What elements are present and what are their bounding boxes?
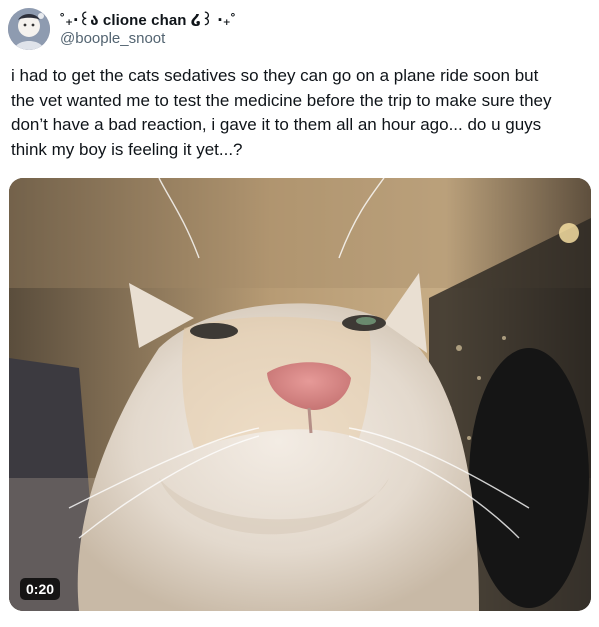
avatar[interactable] — [8, 8, 50, 50]
tweet-text-line: think my boy is feeling it yet...? — [11, 139, 243, 159]
author-display-name[interactable]: ˚₊‧꒰ა clione chan ໒꒱ ‧₊˚ — [60, 9, 236, 29]
video-player[interactable]: 0:20 — [9, 178, 591, 611]
tweet-text-line: the vet wanted me to test the medicine b… — [11, 90, 552, 110]
tweet-text: i had to get the cats sedatives so they … — [11, 64, 591, 162]
cat-video-thumbnail — [9, 178, 591, 611]
tweet-text-line: i had to get the cats sedatives so they … — [11, 66, 539, 85]
tweet-text-line: don’t have a bad reaction, i gave it to … — [11, 115, 542, 134]
tweet-card: ˚₊‧꒰ა clione chan ໒꒱ ‧₊˚ @boople_snoot i… — [0, 0, 599, 627]
video-duration-badge: 0:20 — [20, 578, 61, 600]
author-handle[interactable]: @boople_snoot — [60, 30, 165, 47]
avatar-icon — [8, 8, 50, 50]
